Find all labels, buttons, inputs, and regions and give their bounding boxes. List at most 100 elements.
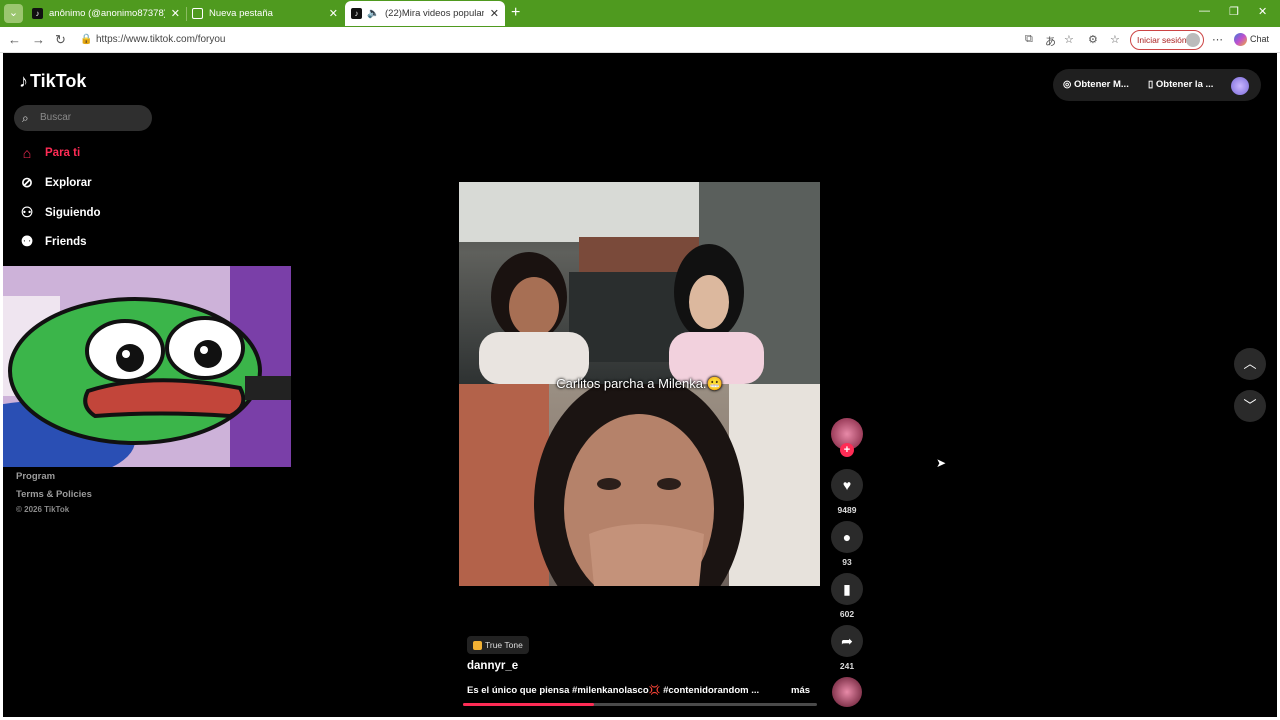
video-progress-fill [463, 703, 594, 706]
music-label: True Tone [485, 640, 523, 650]
new-tab-button[interactable]: + [511, 4, 520, 22]
get-coins-button[interactable]: ◎ Obtener M... [1063, 69, 1129, 101]
back-icon[interactable]: ← [8, 32, 21, 47]
tab-label: (22)Mira videos populares sobre [385, 8, 484, 19]
chevron-down-icon: ﹀ [1243, 398, 1257, 413]
refresh-icon[interactable]: ↻ [55, 32, 66, 48]
phone-icon: ▯ [1148, 79, 1154, 90]
favorites-icon[interactable]: ☆ [1110, 33, 1120, 46]
copilot-chat-button[interactable]: Chat [1234, 33, 1269, 46]
browser-tab-profile[interactable]: ♪ anônimo (@anonimo87378) | TikTok ✕ [26, 1, 186, 26]
tab-label: anônimo (@anonimo87378) | TikTok [49, 8, 165, 19]
follow-plus-icon[interactable]: + [840, 443, 854, 457]
logo-text: TikTok [30, 71, 87, 91]
nav-label: Para ti [45, 147, 81, 159]
more-options-icon[interactable]: ⋯ [1212, 33, 1223, 46]
browser-tab-bar: ⌄ ♪ anônimo (@anonimo87378) | TikTok ✕ N… [0, 0, 1280, 27]
profile-avatar-icon [1186, 33, 1200, 47]
comment-button[interactable]: ● [831, 521, 863, 553]
translate-icon[interactable]: あ [1045, 33, 1056, 49]
like-button[interactable]: ♥ [831, 469, 863, 501]
close-icon[interactable]: ✕ [171, 7, 180, 20]
video-caption: Carlitos parcha a Milenka.😬 [556, 376, 723, 391]
tiktok-note-icon: ♪ [19, 71, 28, 91]
sidebar-item-para-ti[interactable]: ⌂ Para ti [18, 145, 80, 161]
share-count: 241 [839, 661, 855, 671]
url-text: https://www.tiktok.com/foryou [96, 34, 226, 45]
top-actions-bar: ◎ Obtener M... ▯ Obtener la ... [1053, 69, 1261, 101]
following-icon: ⚇ [20, 204, 34, 220]
signin-button[interactable]: Iniciar sesión [1130, 30, 1204, 50]
share-arrow-icon: ➦ [841, 633, 853, 649]
compass-icon: ⊘ [21, 174, 33, 190]
previous-video-button[interactable]: ︿ [1234, 348, 1266, 380]
tab-actions-menu-button[interactable]: ⌄ [4, 4, 23, 23]
favorite-star-icon[interactable]: ☆ [1064, 33, 1074, 46]
tiktok-logo[interactable]: ♪ TikTok [19, 71, 86, 92]
url-field[interactable]: 🔒 https://www.tiktok.com/foryou [78, 30, 1018, 50]
video-progress-bar[interactable] [463, 703, 817, 706]
selfie-scene-illustration [459, 374, 820, 586]
bookmark-icon: ▮ [843, 581, 851, 597]
copyright-text: © 2026 TikTok [16, 505, 70, 514]
save-count: 602 [839, 609, 855, 619]
restore-icon[interactable]: ❐ [1229, 5, 1239, 18]
share-button[interactable]: ➦ [831, 625, 863, 657]
sidebar-item-siguiendo[interactable]: ⚇ Siguiendo [18, 204, 101, 221]
tiktok-page: ♪ TikTok ⌕ Buscar ⌂ Para ti ⊘ Explorar ⚇… [3, 53, 1277, 717]
music-tag[interactable]: True Tone [467, 636, 529, 654]
close-icon[interactable]: ✕ [490, 7, 499, 20]
sidebar-item-explorar[interactable]: ⊘ Explorar [18, 174, 92, 191]
creator-username[interactable]: dannyr_e [467, 660, 518, 672]
footer-program-link[interactable]: Program [16, 471, 55, 482]
get-app-label: Obtener la ... [1155, 79, 1214, 90]
mouse-cursor-icon: ➤ [936, 456, 947, 470]
video-frame-bottom [459, 374, 820, 586]
video-description: Es el único que piensa #milenkanolasco💢 … [467, 685, 760, 696]
friends-icon: ⚉ [20, 233, 34, 249]
search-input[interactable]: ⌕ Buscar [14, 105, 152, 131]
tiktok-icon: ♪ [351, 8, 362, 19]
nav-label: Siguiendo [45, 206, 101, 219]
tiktok-icon: ♪ [32, 8, 43, 19]
more-button[interactable]: más [791, 685, 810, 696]
video-frame-top [459, 182, 820, 384]
search-placeholder: Buscar [40, 112, 72, 123]
close-window-icon[interactable]: ✕ [1258, 5, 1267, 18]
copilot-icon [1234, 33, 1247, 46]
speaker-icon[interactable]: 🔈 [367, 8, 379, 19]
search-icon: ⌕ [22, 111, 29, 125]
video-player[interactable]: Carlitos parcha a Milenka.😬 [459, 182, 820, 586]
music-icon [473, 641, 482, 651]
like-count: 9489 [837, 505, 857, 515]
minimize-icon[interactable]: — [1199, 5, 1210, 17]
pepe-frog-illustration [3, 266, 291, 467]
music-disc-avatar[interactable] [832, 677, 862, 707]
comment-count: 93 [842, 557, 852, 567]
footer-terms-link[interactable]: Terms & Policies [16, 489, 92, 500]
address-bar-row: ← → ↻ 🔒 https://www.tiktok.com/foryou ⧉ … [0, 27, 1280, 53]
sidebar-item-friends[interactable]: ⚉ Friends [18, 233, 87, 250]
get-coins-label: Obtener M... [1073, 79, 1129, 90]
open-app-icon[interactable]: ⧉ [1025, 33, 1033, 46]
get-app-button[interactable]: ▯ Obtener la ... [1148, 69, 1213, 101]
pepe-frog-overlay-image [3, 266, 291, 467]
coin-icon: ◎ [1063, 79, 1072, 90]
extensions-icon[interactable]: ⚙ [1088, 33, 1098, 46]
browser-tab-active[interactable]: ♪ 🔈 (22)Mira videos populares sobre ✕ [345, 1, 505, 26]
signin-label: Iniciar sesión [1137, 35, 1187, 45]
nav-label: Friends [45, 235, 87, 248]
browser-tab-new[interactable]: Nueva pestaña ✕ [186, 1, 344, 26]
save-button[interactable]: ▮ [831, 573, 863, 605]
car-scene-illustration [459, 182, 820, 384]
newtab-icon [192, 8, 203, 19]
lock-icon: 🔒 [80, 34, 93, 45]
comment-icon: ● [842, 529, 852, 545]
nav-label: Explorar [45, 176, 92, 189]
next-video-button[interactable]: ﹀ [1234, 390, 1266, 422]
heart-icon: ♥ [842, 477, 852, 493]
chevron-up-icon: ︿ [1243, 356, 1257, 371]
forward-icon[interactable]: → [32, 32, 45, 47]
profile-avatar[interactable] [1231, 77, 1249, 95]
close-icon[interactable]: ✕ [329, 7, 338, 20]
